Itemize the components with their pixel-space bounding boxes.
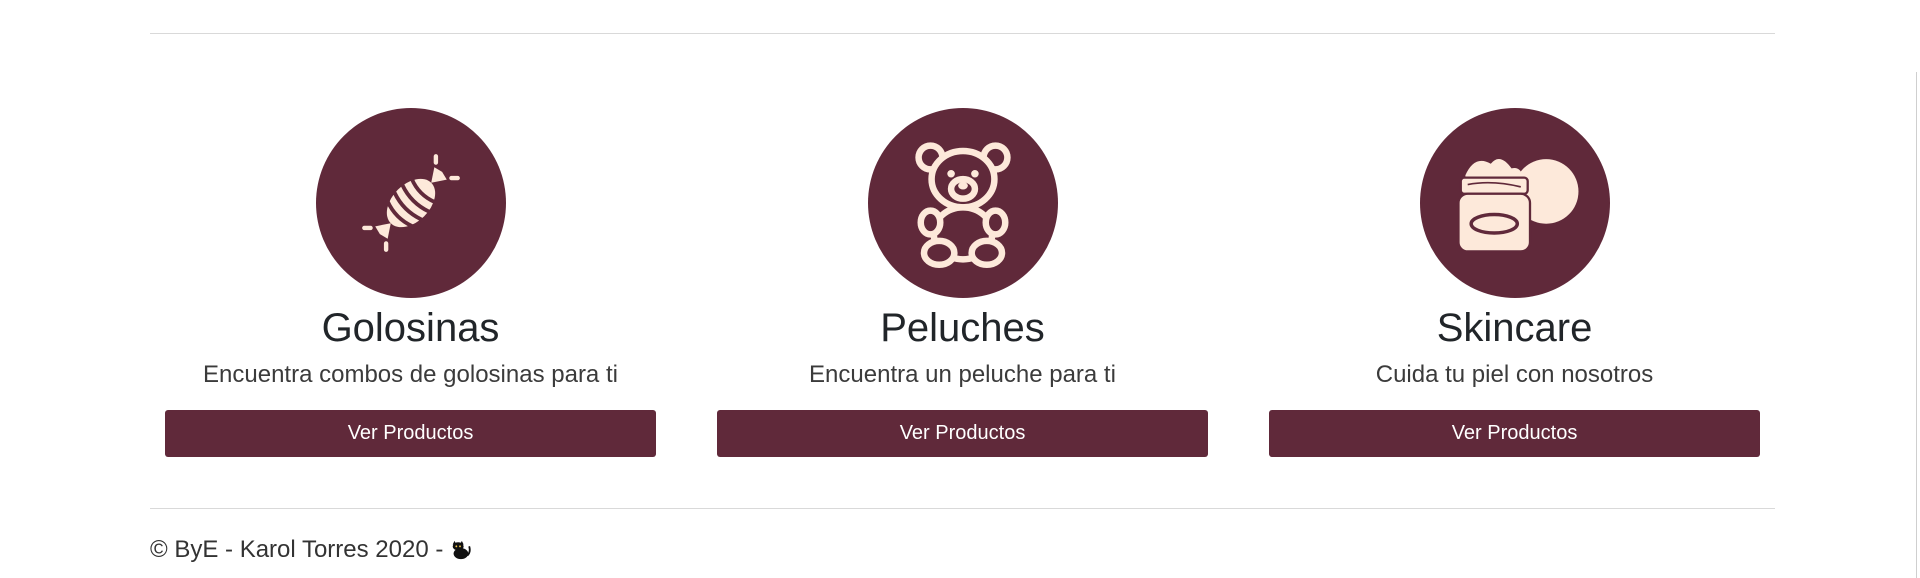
card-icon-circle	[867, 108, 1058, 298]
bottom-divider	[150, 508, 1775, 509]
black-cat-icon	[449, 539, 472, 561]
footer-text: © ByE - Karol Torres 2020 -	[150, 536, 444, 563]
card-description: Encuentra combos de golosinas para ti	[203, 361, 618, 388]
card-description: Encuentra un peluche para ti	[809, 361, 1116, 388]
card-title: Golosinas	[321, 306, 500, 350]
card-golosinas: Golosinas Encuentra combos de golosinas …	[150, 108, 671, 457]
scrollbar-track[interactable]	[1916, 72, 1917, 578]
ver-productos-button[interactable]: Ver Productos	[717, 410, 1208, 457]
card-icon-circle	[1419, 108, 1610, 298]
card-title: Skincare	[1436, 306, 1593, 350]
category-cards: Golosinas Encuentra combos de golosinas …	[150, 108, 1775, 457]
card-icon-circle	[315, 108, 506, 298]
ver-productos-button[interactable]: Ver Productos	[165, 410, 656, 457]
ver-productos-button[interactable]: Ver Productos	[1269, 410, 1760, 457]
card-title: Peluches	[880, 306, 1045, 350]
skincare-jar-icon	[1456, 158, 1578, 253]
teddy-bear-icon	[914, 142, 1011, 268]
card-skincare: Skincare Cuida tu piel con nosotros Ver …	[1254, 108, 1775, 457]
top-divider	[150, 33, 1775, 34]
footer: © ByE - Karol Torres 2020 -	[150, 536, 472, 564]
page: Golosinas Encuentra combos de golosinas …	[0, 0, 1920, 578]
card-peluches: Peluches Encuentra un peluche para ti Ve…	[702, 108, 1223, 457]
card-description: Cuida tu piel con nosotros	[1375, 361, 1654, 388]
candy-icon	[361, 154, 460, 252]
